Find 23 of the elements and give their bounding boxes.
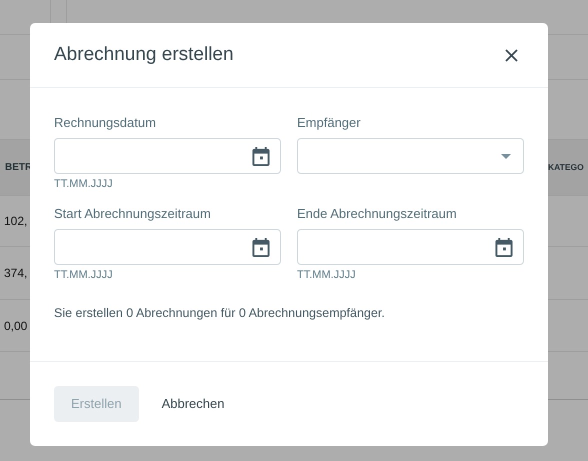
field-label: Ende Abrechnungszeitraum [297, 205, 458, 223]
format-hint: TT.MM.JJJJ [54, 268, 114, 282]
date-field[interactable] [54, 229, 281, 265]
column-header: KATEGO [548, 161, 584, 174]
table-cell-text: 0,00 [4, 318, 28, 334]
format-hint: TT.MM.JJJJ [54, 177, 114, 191]
calendar-icon[interactable] [252, 238, 270, 256]
table-cell-text: 374, [4, 265, 28, 282]
date-field[interactable] [54, 138, 281, 174]
field-label: Start Abrechnungszeitraum [54, 205, 212, 223]
format-hint: TT.MM.JJJJ [297, 268, 357, 282]
cancel-button[interactable]: Abbrechen [144, 386, 242, 422]
summary-text: Sie erstellen 0 Abrechnungen für 0 Abrechnungsempfänger. [54, 305, 386, 322]
dialog-title: Abrechnung erstellen [54, 42, 234, 67]
dropdown-field[interactable] [297, 138, 524, 174]
calendar-icon[interactable] [495, 238, 513, 256]
caret-icon [501, 154, 511, 158]
date-field[interactable] [297, 229, 524, 265]
calendar-icon[interactable] [252, 146, 270, 166]
field-label: Empfänger [297, 114, 362, 132]
field-label: Rechnungsdatum [54, 114, 157, 132]
table-cell-text: 102, [4, 213, 28, 230]
close-icon[interactable] [505, 48, 518, 62]
